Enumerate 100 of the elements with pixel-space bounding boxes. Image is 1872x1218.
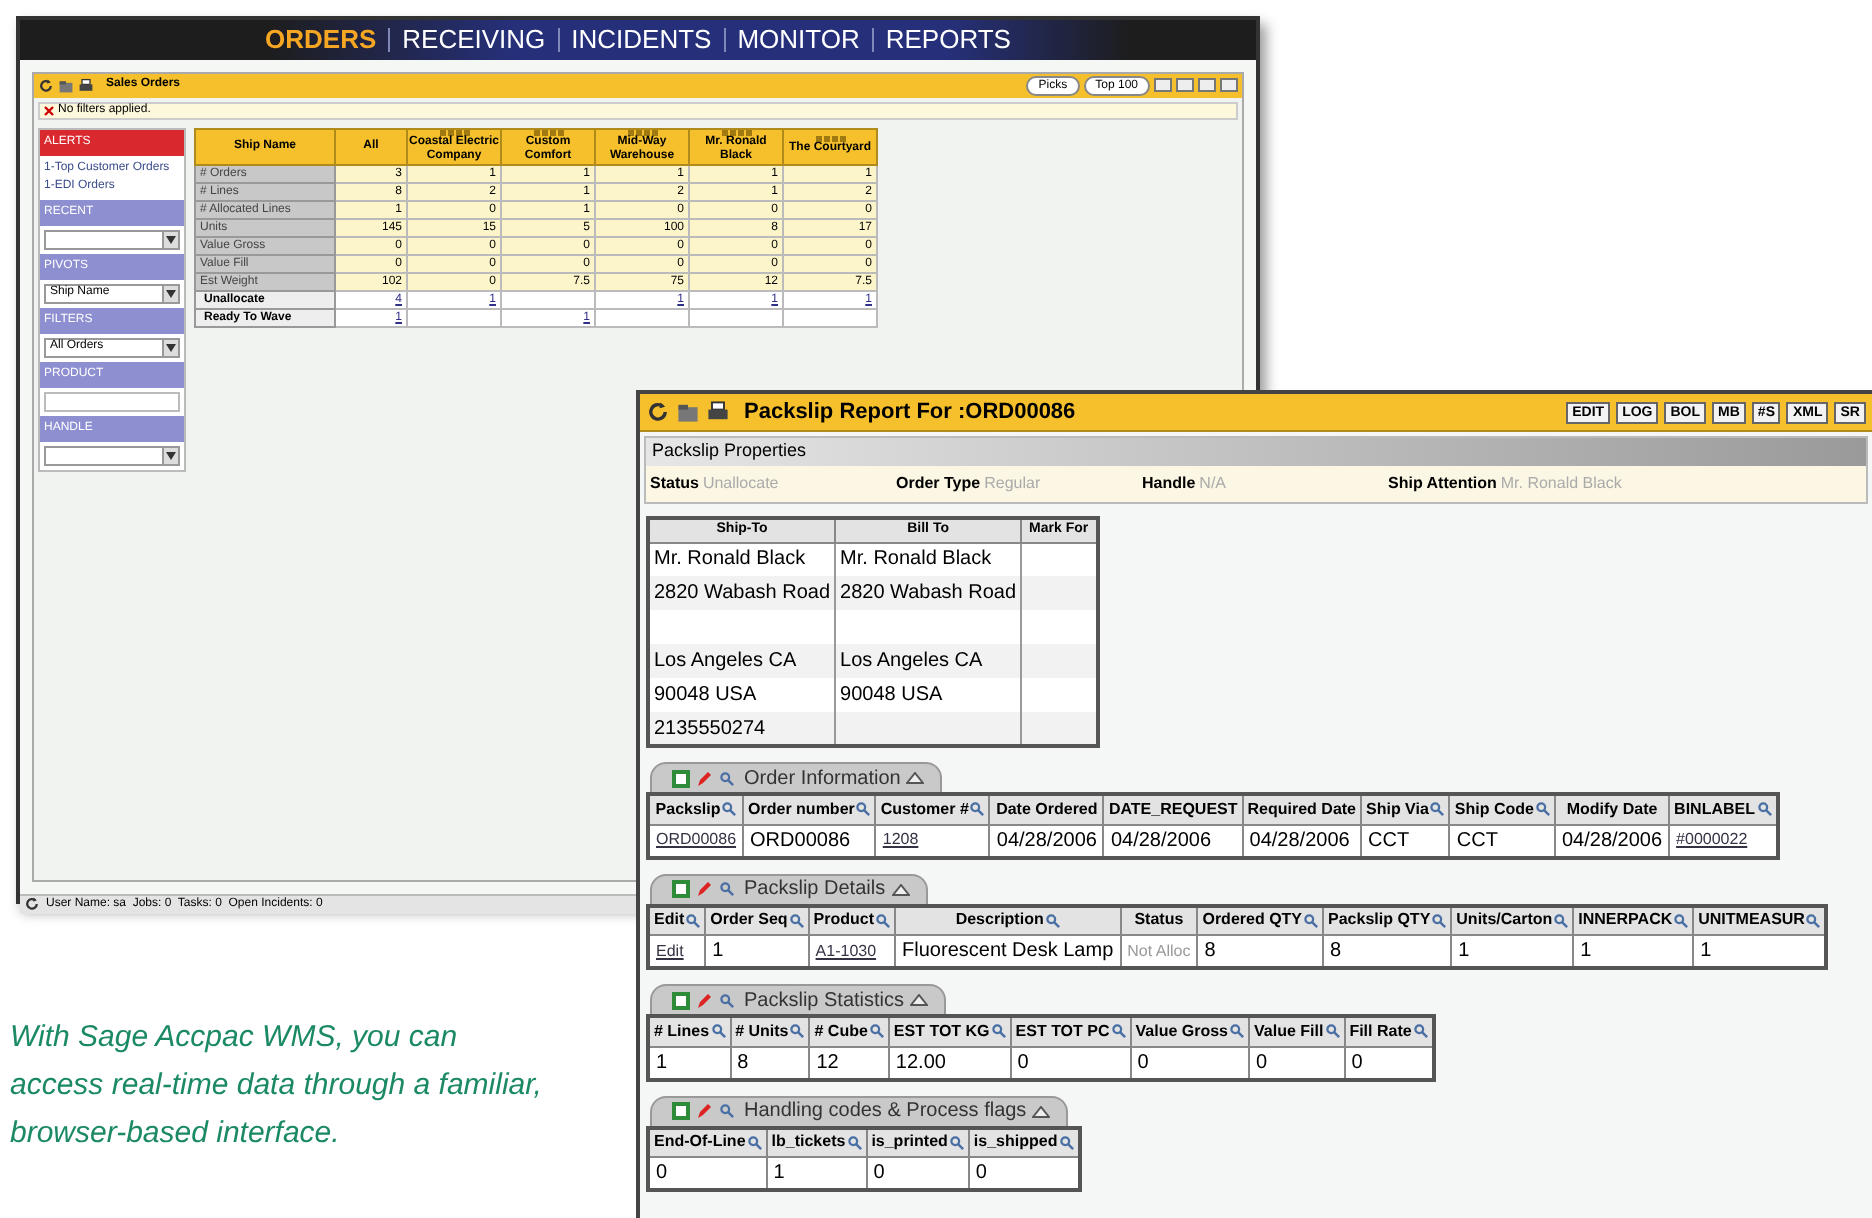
print-icon[interactable] — [78, 77, 94, 93]
folder-icon[interactable] — [58, 77, 74, 93]
nav-tab[interactable]: ORDERS — [265, 20, 377, 59]
search-icon[interactable] — [991, 1024, 1006, 1039]
refresh-icon[interactable] — [646, 400, 670, 424]
section-tab[interactable]: Packslip Details — [650, 873, 928, 903]
column-header[interactable]: Packslip QTY — [1323, 905, 1452, 935]
column-header[interactable]: # Cube — [809, 1016, 889, 1046]
nav-tab[interactable]: INCIDENTS — [571, 20, 712, 59]
search-icon[interactable] — [949, 1135, 964, 1150]
column-tools-icon[interactable] — [627, 129, 657, 135]
column-header[interactable]: Order number — [743, 794, 876, 824]
pencil-icon[interactable] — [696, 880, 712, 898]
search-icon[interactable] — [1757, 802, 1771, 817]
column-header[interactable]: BINLABEL — [1669, 794, 1777, 824]
column-header[interactable]: Customer # — [875, 794, 990, 824]
search-icon[interactable] — [720, 993, 734, 1007]
column-header[interactable]: # Lines — [648, 1016, 731, 1046]
search-icon[interactable] — [1674, 913, 1689, 928]
search-icon[interactable] — [1430, 802, 1445, 817]
pencil-icon[interactable] — [696, 991, 712, 1009]
pencil-icon[interactable] — [696, 1102, 712, 1120]
dropdown[interactable] — [44, 229, 180, 249]
column-header[interactable]: Ship Code — [1449, 794, 1555, 824]
search-icon[interactable] — [686, 913, 701, 928]
nav-tab[interactable]: MONITOR — [737, 20, 860, 59]
search-icon[interactable] — [720, 1104, 734, 1118]
search-icon[interactable] — [876, 913, 891, 928]
search-icon[interactable] — [790, 1024, 805, 1039]
column-header[interactable]: Value Fill — [1249, 1016, 1345, 1046]
search-icon[interactable] — [789, 913, 804, 928]
column-header[interactable]: Packslip — [648, 794, 744, 824]
column-header[interactable]: Edit — [648, 905, 706, 935]
search-icon[interactable] — [970, 802, 985, 817]
column-header[interactable]: EST TOT PC — [1010, 1016, 1131, 1046]
pencil-icon[interactable] — [696, 769, 712, 787]
search-icon[interactable] — [1806, 913, 1821, 928]
column-header[interactable]: Ship Via — [1361, 794, 1450, 824]
column-tools-icon[interactable] — [721, 129, 751, 135]
search-icon[interactable] — [747, 1135, 762, 1150]
search-icon[interactable] — [1554, 913, 1569, 928]
column-header[interactable]: EST TOT KG — [888, 1016, 1011, 1046]
input-field[interactable] — [44, 391, 180, 411]
column-header[interactable]: # Units — [730, 1016, 810, 1046]
column-header[interactable]: Modify Date — [1554, 794, 1670, 824]
search-icon[interactable] — [847, 1135, 862, 1150]
search-icon[interactable] — [1325, 1024, 1340, 1039]
search-icon[interactable] — [720, 771, 734, 785]
collapse-icon[interactable] — [1032, 1105, 1051, 1117]
dropdown[interactable] — [44, 445, 180, 465]
column-header[interactable]: End-Of-Line — [648, 1127, 767, 1157]
column-header[interactable]: lb_tickets — [766, 1127, 867, 1157]
close-icon[interactable] — [44, 105, 54, 115]
search-icon[interactable] — [1535, 802, 1550, 817]
column-header[interactable]: is_printed — [866, 1127, 969, 1157]
folder-icon[interactable] — [676, 400, 700, 424]
search-icon[interactable] — [711, 1024, 726, 1039]
column-header[interactable]: Description — [895, 905, 1121, 935]
column-header[interactable]: Required Date — [1242, 794, 1361, 824]
column-header[interactable]: Fill Rate — [1344, 1016, 1434, 1046]
column-tools-icon[interactable] — [439, 129, 469, 135]
column-tools-icon[interactable] — [815, 136, 845, 142]
column-header[interactable]: INNERPACK — [1573, 905, 1694, 935]
column-header[interactable]: Order Seq — [705, 905, 809, 935]
column-header[interactable]: Value Gross — [1130, 1016, 1249, 1046]
print-icon[interactable] — [706, 400, 730, 424]
column-header[interactable]: Product — [808, 905, 896, 935]
search-icon[interactable] — [1045, 913, 1060, 928]
search-icon[interactable] — [869, 1024, 884, 1039]
refresh-icon[interactable] — [24, 896, 40, 912]
search-icon[interactable] — [722, 802, 737, 817]
search-icon[interactable] — [1432, 913, 1447, 928]
spreadsheet-icon[interactable] — [672, 1102, 690, 1120]
search-icon[interactable] — [1230, 1024, 1244, 1039]
section-tab[interactable]: Handling codes & Process flags — [650, 1095, 1069, 1125]
refresh-icon[interactable] — [38, 77, 54, 93]
spreadsheet-icon[interactable] — [672, 991, 690, 1009]
column-header[interactable]: UNITMEASUR — [1693, 905, 1827, 935]
nav-tab[interactable]: REPORTS — [885, 20, 1011, 59]
collapse-icon[interactable] — [910, 994, 929, 1006]
column-header[interactable]: Units/Carton — [1451, 905, 1574, 935]
column-header[interactable]: Status — [1120, 905, 1198, 935]
spreadsheet-icon[interactable] — [672, 880, 690, 898]
collapse-icon[interactable] — [906, 772, 925, 784]
search-icon[interactable] — [1059, 1135, 1074, 1150]
section-tab[interactable]: Packslip Statistics — [650, 984, 947, 1014]
search-icon[interactable] — [1413, 1024, 1428, 1039]
section-tab[interactable]: Order Information — [650, 762, 943, 792]
column-header[interactable]: Date Ordered — [989, 794, 1104, 824]
search-icon[interactable] — [1304, 913, 1319, 928]
column-header[interactable]: Ordered QTY — [1197, 905, 1324, 935]
search-icon[interactable] — [1111, 1024, 1126, 1039]
spreadsheet-icon[interactable] — [672, 769, 690, 787]
table-cell: 2135550274 — [648, 712, 836, 746]
column-header[interactable]: is_shipped — [968, 1127, 1080, 1157]
search-icon[interactable] — [856, 802, 871, 817]
column-header[interactable]: DATE_REQUEST — [1103, 794, 1243, 824]
search-icon[interactable] — [720, 882, 734, 896]
nav-tab[interactable]: RECEIVING — [402, 20, 546, 59]
column-tools-icon[interactable] — [533, 129, 563, 135]
